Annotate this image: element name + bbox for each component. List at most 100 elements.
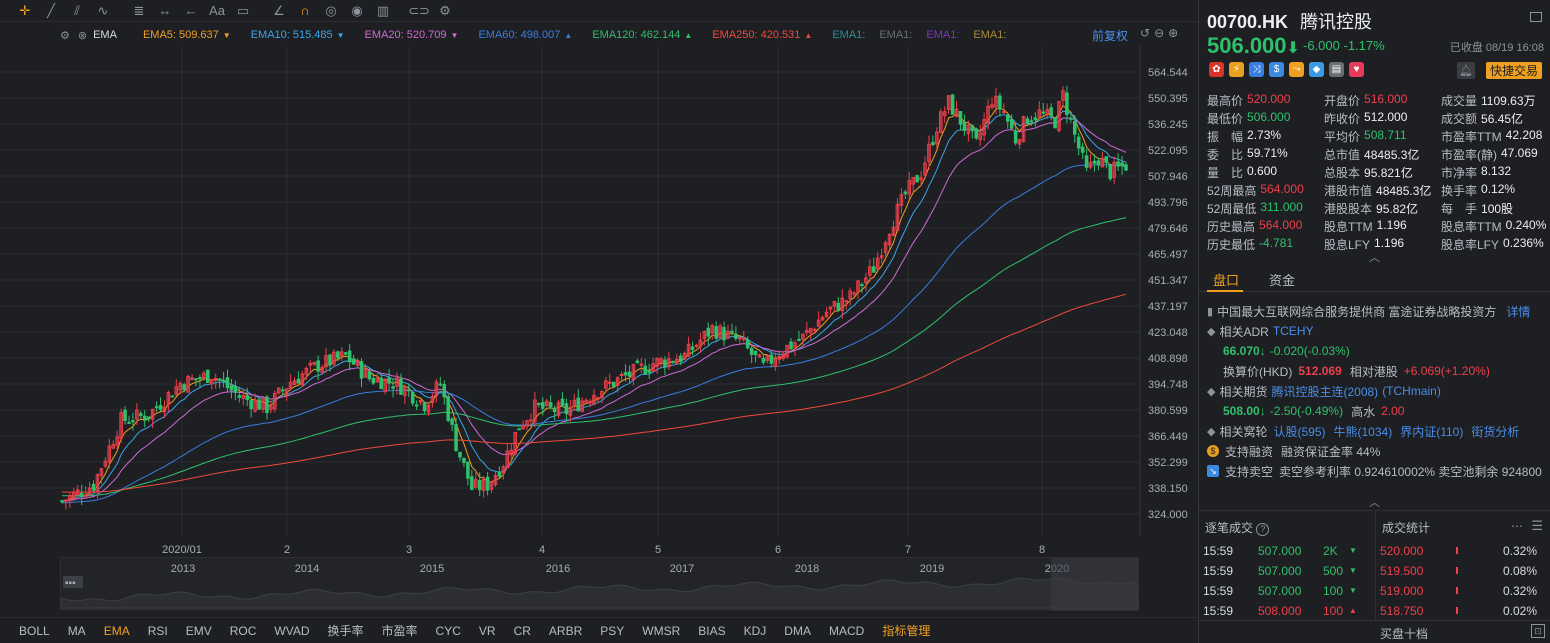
indicator-tab[interactable]: RSI: [139, 624, 177, 638]
zoom-out-icon[interactable]: ⊖: [1154, 26, 1164, 40]
tab-funds[interactable]: 资金: [1269, 270, 1295, 289]
indicator-tab[interactable]: MACD: [820, 624, 873, 638]
indicator-tab[interactable]: CR: [505, 624, 540, 638]
candle-body: [438, 383, 443, 386]
candle-body: [1069, 117, 1073, 120]
conv-label: 换算价(HKD): [1223, 364, 1293, 379]
warrant-call-link[interactable]: 认股(595): [1273, 423, 1325, 440]
tag-icon[interactable]: ◆: [1309, 62, 1324, 77]
quick-trade-button[interactable]: 快捷交易: [1486, 62, 1542, 79]
quote-value: 520.000: [1247, 91, 1291, 106]
price-chart[interactable]: 564.544 550.395 536.245 522.095 507.946 493.7…: [0, 46, 1198, 556]
y-tick-label: 451.347: [1148, 275, 1188, 287]
warrant-cbbc-link[interactable]: 牛熊(1034): [1334, 423, 1393, 440]
arrow-icon[interactable]: ←: [180, 2, 202, 20]
quote-label: 昨收价: [1324, 111, 1361, 126]
trade-volume: 100: [1323, 603, 1344, 618]
news-icon[interactable]: ▤: [1329, 62, 1344, 77]
trade-volume: 500: [1323, 563, 1344, 578]
tab-orderbook[interactable]: 盘口: [1213, 270, 1239, 289]
channel-icon[interactable]: ⫽: [66, 2, 88, 20]
adjust-button[interactable]: 前复权: [1092, 27, 1128, 44]
quote-cell: 市盈率TTM 42.208: [1441, 128, 1547, 145]
window-icon[interactable]: [1530, 12, 1542, 22]
candle-body: [548, 402, 553, 407]
trash-icon[interactable]: ▥: [372, 2, 394, 20]
trend-icon[interactable]: ⤳: [1289, 62, 1304, 77]
help-icon[interactable]: ?: [1256, 523, 1270, 536]
quote-value: 0.600: [1247, 163, 1278, 178]
measure-icon[interactable]: ↔: [154, 2, 176, 20]
pattern-icon[interactable]: ∿: [92, 2, 114, 20]
candle-body: [872, 266, 876, 273]
indicator-tab[interactable]: WVAD: [265, 624, 318, 638]
adr-link[interactable]: TCEHY: [1273, 324, 1314, 338]
candle-body: [233, 386, 238, 394]
brush-icon[interactable]: ∠: [268, 2, 290, 20]
detail-link[interactable]: 详情: [1506, 303, 1530, 320]
indicator-tab[interactable]: EMA: [95, 624, 139, 638]
futures-code[interactable]: (TCHmain): [1382, 384, 1441, 398]
quote-value: 0.236%: [1503, 235, 1544, 250]
indicator-tab[interactable]: BOLL: [10, 624, 59, 638]
candle-body: [741, 338, 746, 341]
hide-icon[interactable]: ◉: [346, 2, 368, 20]
futures-link[interactable]: 腾讯控股主连(2008): [1271, 383, 1378, 400]
indicator-tab[interactable]: WMSR: [633, 624, 689, 638]
candle-body: [60, 500, 64, 503]
indicator-label[interactable]: EMA: [93, 29, 117, 41]
heart-icon[interactable]: ♥: [1349, 62, 1364, 77]
flash-icon[interactable]: ⚡: [1229, 62, 1244, 77]
warrant-analysis-link[interactable]: 街货分析: [1471, 423, 1519, 440]
x-tick-label: 6: [775, 544, 781, 556]
navigator-window[interactable]: [1051, 558, 1139, 611]
gear-icon[interactable]: ⚙: [434, 2, 456, 20]
indicator-tab[interactable]: ARBR: [540, 624, 591, 638]
ema-legend-text: EMA1:: [879, 29, 913, 41]
link-icon[interactable]: ⊂⊃: [408, 2, 430, 20]
undo-icon[interactable]: ↺: [1140, 26, 1150, 40]
bid-depth-label[interactable]: 买盘十档: [1380, 625, 1428, 642]
trade-time: 15:59: [1203, 583, 1234, 598]
dollar-icon[interactable]: $: [1269, 62, 1284, 77]
zoom-in-icon[interactable]: ⊕: [1168, 26, 1178, 40]
down-triangle-icon: ▼: [450, 31, 459, 40]
indicator-tab[interactable]: 指标管理: [873, 622, 939, 639]
collapse-chevron-icon[interactable]: ︿: [1369, 494, 1380, 510]
candle-body: [1080, 146, 1085, 153]
candle-body: [462, 457, 466, 464]
close-icon[interactable]: ⊗: [78, 29, 87, 42]
bell-icon[interactable]: 🔔︎: [1457, 62, 1475, 79]
hk-flag-icon[interactable]: ✿: [1209, 62, 1224, 77]
indicator-tab[interactable]: KDJ: [735, 624, 776, 638]
indicator-tab[interactable]: VR: [470, 624, 505, 638]
note-icon[interactable]: ▭: [232, 2, 254, 20]
quote-cell: 量 比 0.600: [1207, 164, 1324, 181]
collapse-chevron-icon[interactable]: ︿: [1369, 249, 1380, 265]
eye-icon[interactable]: ◎: [320, 2, 342, 20]
expand-icon[interactable]: ⊡: [1531, 624, 1545, 638]
indicator-tab[interactable]: DMA: [775, 624, 820, 638]
indicator-tab[interactable]: EMV: [177, 624, 221, 638]
swap-icon[interactable]: ⤨: [1249, 62, 1264, 77]
indicator-tab[interactable]: ROC: [221, 624, 266, 638]
navigator-year: 2015: [420, 563, 444, 575]
indicator-tab[interactable]: CYC: [427, 624, 470, 638]
ema-legend-item: EMA5: 509.637 ▼: [143, 29, 231, 41]
more-icon[interactable]: ⋯: [1511, 519, 1523, 533]
gear-icon[interactable]: ⚙: [60, 29, 70, 42]
indicator-tab[interactable]: 换手率: [319, 622, 373, 639]
indicator-tab[interactable]: MA: [59, 624, 95, 638]
indicator-tab[interactable]: BIAS: [689, 624, 734, 638]
magnet-icon[interactable]: ∩: [294, 2, 316, 20]
fib-icon[interactable]: ≣: [128, 2, 150, 20]
list-icon[interactable]: ☰: [1531, 518, 1543, 534]
line-icon[interactable]: ╱: [40, 2, 62, 20]
warrant-inline-link[interactable]: 界内证(110): [1400, 423, 1463, 440]
candle-body: [1116, 161, 1120, 167]
indicator-tab[interactable]: 市盈率: [373, 622, 427, 639]
time-navigator[interactable]: 20132014201520162017201820192020▪▪▪: [60, 557, 1140, 611]
text-icon[interactable]: Aa: [206, 2, 228, 20]
indicator-tab[interactable]: PSY: [591, 624, 633, 638]
crosshair-icon[interactable]: ✛: [14, 2, 36, 20]
